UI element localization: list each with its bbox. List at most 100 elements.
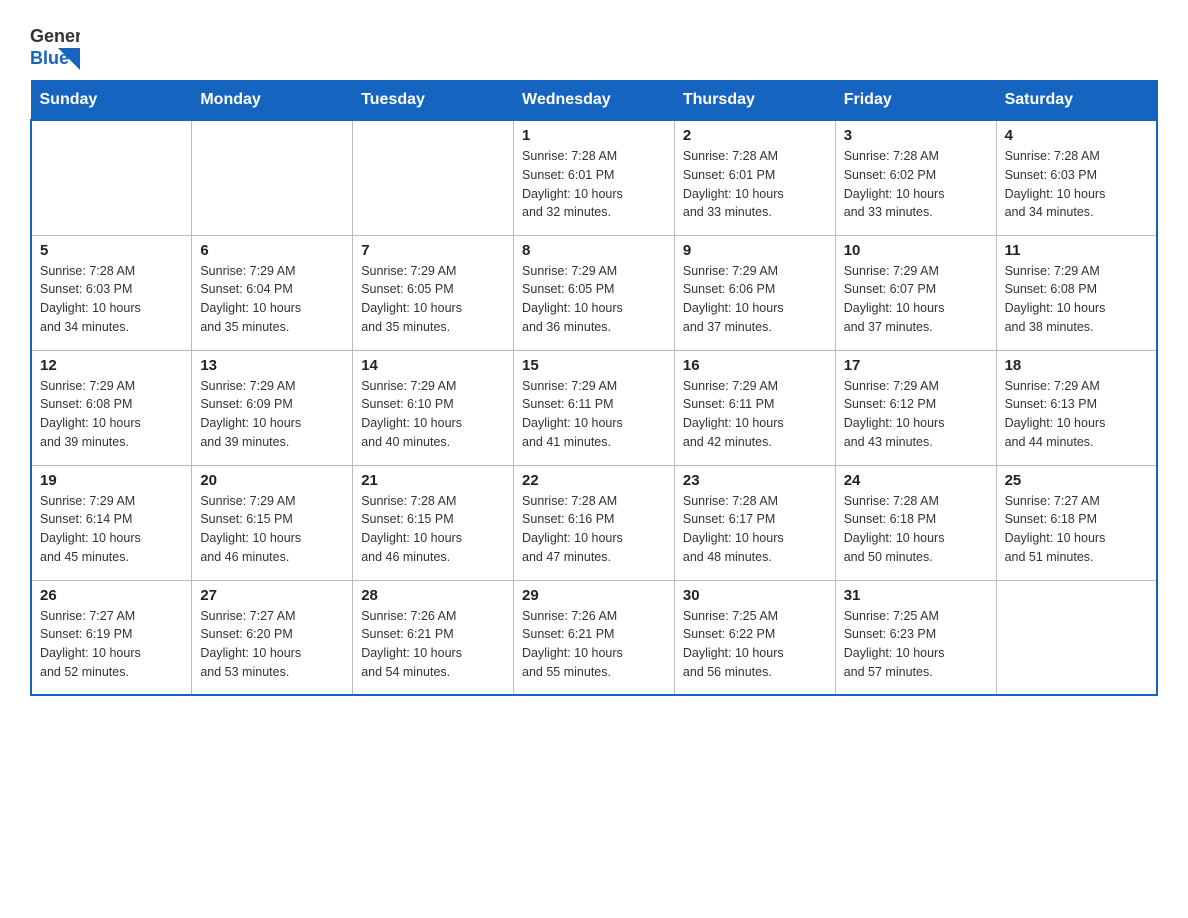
col-header-monday: Monday	[192, 81, 353, 121]
day-number: 7	[361, 242, 505, 259]
day-info: Sunrise: 7:28 AM Sunset: 6:03 PM Dayligh…	[40, 262, 183, 337]
calendar-cell: 4 Sunrise: 7:28 AM Sunset: 6:03 PM Daylig…	[996, 120, 1157, 235]
calendar-cell: 22 Sunrise: 7:28 AM Sunset: 6:16 PM Dayli…	[514, 465, 675, 580]
calendar-cell: 26 Sunrise: 7:27 AM Sunset: 6:19 PM Dayli…	[31, 580, 192, 695]
calendar-cell: 25 Sunrise: 7:27 AM Sunset: 6:18 PM Dayli…	[996, 465, 1157, 580]
day-number: 3	[844, 127, 988, 144]
day-info: Sunrise: 7:28 AM Sunset: 6:02 PM Dayligh…	[844, 147, 988, 222]
day-info: Sunrise: 7:29 AM Sunset: 6:10 PM Dayligh…	[361, 377, 505, 452]
day-number: 9	[683, 242, 827, 259]
col-header-saturday: Saturday	[996, 81, 1157, 121]
calendar-cell: 2 Sunrise: 7:28 AM Sunset: 6:01 PM Daylig…	[674, 120, 835, 235]
col-header-friday: Friday	[835, 81, 996, 121]
calendar-cell: 16 Sunrise: 7:29 AM Sunset: 6:11 PM Dayli…	[674, 350, 835, 465]
day-info: Sunrise: 7:28 AM Sunset: 6:01 PM Dayligh…	[522, 147, 666, 222]
calendar-week-row: 12 Sunrise: 7:29 AM Sunset: 6:08 PM Dayli…	[31, 350, 1157, 465]
day-info: Sunrise: 7:29 AM Sunset: 6:07 PM Dayligh…	[844, 262, 988, 337]
calendar-cell: 23 Sunrise: 7:28 AM Sunset: 6:17 PM Dayli…	[674, 465, 835, 580]
calendar-cell: 7 Sunrise: 7:29 AM Sunset: 6:05 PM Daylig…	[353, 235, 514, 350]
page-header: General Blue	[30, 20, 1158, 70]
calendar-cell: 8 Sunrise: 7:29 AM Sunset: 6:05 PM Daylig…	[514, 235, 675, 350]
svg-text:Blue: Blue	[30, 48, 69, 68]
day-number: 14	[361, 357, 505, 374]
calendar-cell: 9 Sunrise: 7:29 AM Sunset: 6:06 PM Daylig…	[674, 235, 835, 350]
day-info: Sunrise: 7:26 AM Sunset: 6:21 PM Dayligh…	[361, 607, 505, 682]
calendar-cell	[996, 580, 1157, 695]
calendar-cell: 13 Sunrise: 7:29 AM Sunset: 6:09 PM Dayli…	[192, 350, 353, 465]
calendar-cell: 24 Sunrise: 7:28 AM Sunset: 6:18 PM Dayli…	[835, 465, 996, 580]
day-number: 26	[40, 587, 183, 604]
calendar-cell: 15Sunrise: 7:29 AM Sunset: 6:11 PM Dayli…	[514, 350, 675, 465]
calendar-cell: 17 Sunrise: 7:29 AM Sunset: 6:12 PM Dayli…	[835, 350, 996, 465]
day-info: Sunrise: 7:28 AM Sunset: 6:17 PM Dayligh…	[683, 492, 827, 567]
day-info: Sunrise: 7:28 AM Sunset: 6:03 PM Dayligh…	[1005, 147, 1148, 222]
day-number: 22	[522, 472, 666, 489]
day-info: Sunrise: 7:29 AM Sunset: 6:05 PM Dayligh…	[522, 262, 666, 337]
day-number: 31	[844, 587, 988, 604]
calendar-cell: 27 Sunrise: 7:27 AM Sunset: 6:20 PM Dayli…	[192, 580, 353, 695]
calendar-week-row: 19 Sunrise: 7:29 AM Sunset: 6:14 PM Dayli…	[31, 465, 1157, 580]
col-header-sunday: Sunday	[31, 81, 192, 121]
day-info: Sunrise: 7:29 AM Sunset: 6:13 PM Dayligh…	[1005, 377, 1148, 452]
day-info: Sunrise: 7:29 AM Sunset: 6:04 PM Dayligh…	[200, 262, 344, 337]
day-number: 11	[1005, 242, 1148, 259]
day-number: 16	[683, 357, 827, 374]
calendar-cell: 28Sunrise: 7:26 AM Sunset: 6:21 PM Dayli…	[353, 580, 514, 695]
day-number: 10	[844, 242, 988, 259]
calendar-week-row: 1 Sunrise: 7:28 AM Sunset: 6:01 PM Daylig…	[31, 120, 1157, 235]
day-info: Sunrise: 7:27 AM Sunset: 6:18 PM Dayligh…	[1005, 492, 1148, 567]
day-number: 2	[683, 127, 827, 144]
calendar-cell: 31Sunrise: 7:25 AM Sunset: 6:23 PM Dayli…	[835, 580, 996, 695]
day-number: 12	[40, 357, 183, 374]
day-info: Sunrise: 7:25 AM Sunset: 6:22 PM Dayligh…	[683, 607, 827, 682]
col-header-wednesday: Wednesday	[514, 81, 675, 121]
day-info: Sunrise: 7:27 AM Sunset: 6:20 PM Dayligh…	[200, 607, 344, 682]
calendar-cell: 1 Sunrise: 7:28 AM Sunset: 6:01 PM Daylig…	[514, 120, 675, 235]
day-info: Sunrise: 7:28 AM Sunset: 6:15 PM Dayligh…	[361, 492, 505, 567]
day-info: Sunrise: 7:29 AM Sunset: 6:09 PM Dayligh…	[200, 377, 344, 452]
calendar-cell: 3 Sunrise: 7:28 AM Sunset: 6:02 PM Daylig…	[835, 120, 996, 235]
calendar-cell: 30 Sunrise: 7:25 AM Sunset: 6:22 PM Dayli…	[674, 580, 835, 695]
day-number: 18	[1005, 357, 1148, 374]
day-number: 21	[361, 472, 505, 489]
day-info: Sunrise: 7:28 AM Sunset: 6:01 PM Dayligh…	[683, 147, 827, 222]
day-info: Sunrise: 7:28 AM Sunset: 6:16 PM Dayligh…	[522, 492, 666, 567]
calendar-cell: 21 Sunrise: 7:28 AM Sunset: 6:15 PM Dayli…	[353, 465, 514, 580]
day-number: 13	[200, 357, 344, 374]
day-number: 30	[683, 587, 827, 604]
day-info: Sunrise: 7:28 AM Sunset: 6:18 PM Dayligh…	[844, 492, 988, 567]
day-number: 24	[844, 472, 988, 489]
day-number: 25	[1005, 472, 1148, 489]
day-number: 27	[200, 587, 344, 604]
day-info: Sunrise: 7:29 AM Sunset: 6:05 PM Dayligh…	[361, 262, 505, 337]
day-info: Sunrise: 7:29 AM Sunset: 6:12 PM Dayligh…	[844, 377, 988, 452]
svg-text:General: General	[30, 26, 80, 46]
logo-icon: General Blue	[30, 20, 80, 70]
calendar-cell: 19 Sunrise: 7:29 AM Sunset: 6:14 PM Dayli…	[31, 465, 192, 580]
day-info: Sunrise: 7:29 AM Sunset: 6:14 PM Dayligh…	[40, 492, 183, 567]
day-number: 6	[200, 242, 344, 259]
day-info: Sunrise: 7:29 AM Sunset: 6:11 PM Dayligh…	[683, 377, 827, 452]
calendar-cell: 18 Sunrise: 7:29 AM Sunset: 6:13 PM Dayli…	[996, 350, 1157, 465]
col-header-tuesday: Tuesday	[353, 81, 514, 121]
day-info: Sunrise: 7:26 AM Sunset: 6:21 PM Dayligh…	[522, 607, 666, 682]
calendar-cell: 14 Sunrise: 7:29 AM Sunset: 6:10 PM Dayli…	[353, 350, 514, 465]
day-number: 1	[522, 127, 666, 144]
calendar-cell: 6 Sunrise: 7:29 AM Sunset: 6:04 PM Daylig…	[192, 235, 353, 350]
day-number: 8	[522, 242, 666, 259]
day-number: 29	[522, 587, 666, 604]
day-info: Sunrise: 7:29 AM Sunset: 6:08 PM Dayligh…	[40, 377, 183, 452]
day-number: 4	[1005, 127, 1148, 144]
calendar-cell: 20Sunrise: 7:29 AM Sunset: 6:15 PM Dayli…	[192, 465, 353, 580]
day-number: 19	[40, 472, 183, 489]
day-info: Sunrise: 7:29 AM Sunset: 6:15 PM Dayligh…	[200, 492, 344, 567]
day-info: Sunrise: 7:29 AM Sunset: 6:06 PM Dayligh…	[683, 262, 827, 337]
calendar-week-row: 5Sunrise: 7:28 AM Sunset: 6:03 PM Daylig…	[31, 235, 1157, 350]
day-info: Sunrise: 7:27 AM Sunset: 6:19 PM Dayligh…	[40, 607, 183, 682]
day-number: 17	[844, 357, 988, 374]
calendar-cell: 29 Sunrise: 7:26 AM Sunset: 6:21 PM Dayli…	[514, 580, 675, 695]
day-number: 15	[522, 357, 666, 374]
day-info: Sunrise: 7:29 AM Sunset: 6:08 PM Dayligh…	[1005, 262, 1148, 337]
day-number: 23	[683, 472, 827, 489]
calendar-header-row: SundayMondayTuesdayWednesdayThursdayFrid…	[31, 81, 1157, 121]
